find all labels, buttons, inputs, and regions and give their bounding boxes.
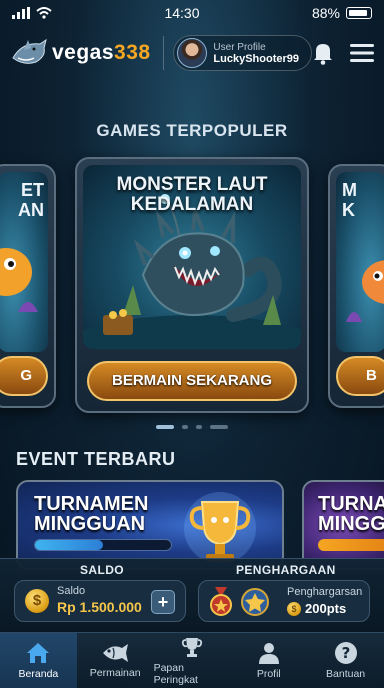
trophy-illustration bbox=[184, 492, 256, 564]
events-section-title: EVENT TERBARU bbox=[16, 449, 176, 469]
game-title-prev-line1: ET bbox=[20, 180, 44, 200]
user-profile-chip[interactable]: User Profile LuckyShooter99 bbox=[173, 35, 312, 71]
play-button-prev[interactable]: G bbox=[0, 356, 48, 396]
star-badge-icon bbox=[241, 588, 269, 616]
game-title-next: M K bbox=[342, 180, 357, 220]
tab-beranda[interactable]: Beranda bbox=[0, 633, 77, 688]
game-title-next-line1: M bbox=[342, 180, 357, 200]
carousel-dot[interactable] bbox=[196, 425, 202, 429]
logo-text: vegas338 bbox=[52, 41, 151, 65]
game-title-line1: MONSTER LAUT bbox=[116, 174, 268, 195]
balance-box: $ Saldo Rp 1.500.000 + bbox=[14, 580, 186, 622]
home-icon bbox=[27, 643, 50, 663]
profile-text: User Profile LuckyShooter99 bbox=[213, 42, 299, 65]
brand-logo[interactable]: vegas338 bbox=[10, 36, 151, 70]
event-card-weekly-tournament[interactable]: TURNAMEN MINGGUAN bbox=[16, 480, 284, 570]
event-title-line1: TURNAMEN bbox=[34, 493, 149, 515]
tab-bantuan[interactable]: ? Bantuan bbox=[307, 633, 384, 688]
game-title-featured: MONSTER LAUT KEDALAMAN bbox=[77, 175, 307, 215]
game-card-next[interactable]: M K B bbox=[328, 164, 384, 408]
event-progress-bar bbox=[34, 539, 172, 551]
game-title-next-line2: K bbox=[342, 200, 355, 220]
coin-icon: $ bbox=[25, 589, 49, 613]
wifi-icon bbox=[36, 7, 52, 19]
event-next-title-line2: MINGG bbox=[318, 513, 384, 535]
svg-text:?: ? bbox=[341, 644, 350, 662]
status-time: 14:30 bbox=[164, 5, 200, 21]
game-card-featured[interactable]: MONSTER LAUT KEDALAMAN BERMAIN SEKARANG bbox=[75, 157, 309, 413]
tab-profil[interactable]: Profil bbox=[230, 633, 307, 688]
status-right: 88% bbox=[312, 5, 372, 21]
event-next-title: TURNA MINGG bbox=[318, 494, 384, 534]
balance-value: Rp 1.500.000 bbox=[57, 599, 142, 615]
user-icon bbox=[258, 643, 279, 664]
event-next-progress bbox=[318, 539, 384, 551]
profile-username: LuckyShooter99 bbox=[213, 52, 299, 65]
shark-icon bbox=[12, 38, 47, 64]
medal-icon bbox=[210, 587, 232, 616]
tab-label: Profil bbox=[256, 668, 281, 680]
games-section-title: GAMES TERPOPULER bbox=[96, 121, 288, 140]
carousel-dots bbox=[0, 425, 384, 429]
battery-icon bbox=[345, 7, 372, 19]
carousel-dot[interactable] bbox=[210, 425, 228, 429]
menu-icon[interactable] bbox=[350, 43, 374, 63]
balance-label: Saldo bbox=[57, 585, 86, 597]
event-next-title-line1: TURNA bbox=[318, 493, 384, 515]
tab-label: Bantuan bbox=[326, 668, 366, 680]
awards-box[interactable]: Penghargarsan $ 200pts bbox=[198, 580, 370, 622]
play-button-next[interactable]: B bbox=[336, 356, 384, 396]
wallet-panel: SALDO PENGHARGAAN $ Saldo Rp 1.500.000 +… bbox=[0, 558, 384, 632]
logo-number: 338 bbox=[114, 41, 151, 64]
tab-label: Papan Peringkat bbox=[153, 662, 198, 686]
bottom-tab-bar: Beranda Permainan Papan Peringkat Profil… bbox=[0, 632, 384, 688]
event-title-line2: MINGGUAN bbox=[34, 513, 146, 535]
play-now-button[interactable]: BERMAIN SEKARANG bbox=[87, 361, 297, 401]
profile-label: User Profile bbox=[213, 41, 266, 53]
status-left bbox=[12, 7, 52, 19]
trophy-icon bbox=[181, 638, 203, 657]
battery-percent: 88% bbox=[311, 5, 340, 21]
points-coin-icon: $ bbox=[287, 602, 301, 616]
help-icon: ? bbox=[334, 642, 357, 664]
fish-icon bbox=[103, 644, 129, 662]
game-title-line2: KEDALAMAN bbox=[130, 194, 254, 215]
carousel-dot[interactable] bbox=[182, 425, 188, 429]
game-title-prev-line2: AN bbox=[18, 200, 44, 220]
award-points: 200pts bbox=[305, 601, 347, 616]
avatar bbox=[177, 38, 208, 68]
tab-label: Beranda bbox=[18, 668, 59, 680]
tab-permainan[interactable]: Permainan bbox=[77, 633, 154, 688]
event-title: TURNAMEN MINGGUAN bbox=[34, 494, 148, 534]
app-header: vegas338 User Profile LuckyShooter99 bbox=[0, 28, 384, 78]
event-progress-fill bbox=[35, 540, 103, 550]
tab-label: Permainan bbox=[89, 667, 141, 679]
bell-icon[interactable] bbox=[312, 41, 334, 65]
header-divider bbox=[162, 36, 164, 70]
carousel-dot[interactable] bbox=[156, 425, 174, 429]
header-actions bbox=[312, 41, 374, 65]
add-balance-button[interactable]: + bbox=[151, 590, 175, 614]
award-label: Penghargarsan bbox=[287, 586, 363, 598]
status-bar: 14:30 88% bbox=[0, 0, 384, 26]
logo-word: vegas bbox=[52, 41, 115, 64]
game-card-prev[interactable]: ET AN G bbox=[0, 164, 56, 408]
signal-icon bbox=[12, 7, 30, 19]
tab-papan-peringkat[interactable]: Papan Peringkat bbox=[154, 633, 231, 688]
award-header: PENGHARGAAN bbox=[236, 563, 336, 577]
saldo-header: SALDO bbox=[80, 563, 124, 577]
event-card-next[interactable]: TURNA MINGG bbox=[302, 480, 384, 570]
game-title-prev: ET AN bbox=[18, 180, 44, 220]
